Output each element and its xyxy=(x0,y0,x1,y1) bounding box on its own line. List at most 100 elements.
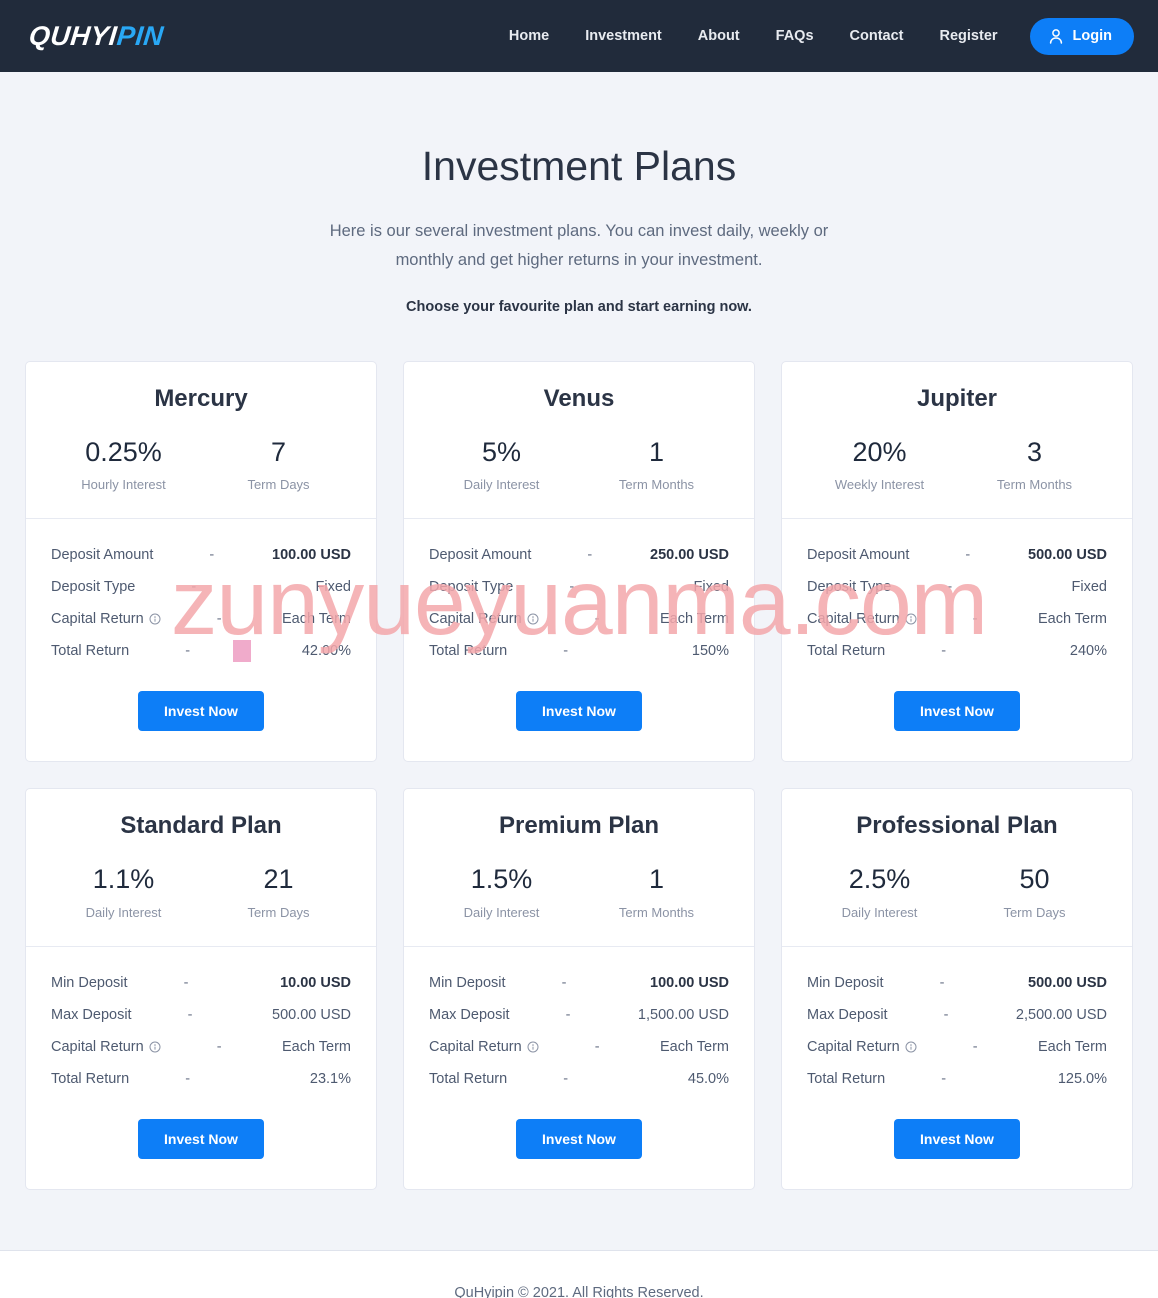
plans-grid: Mercury 0.25% Hourly Interest 7 Term Days Dep… xyxy=(0,360,1158,1190)
page-root: QUHYIPIN Home Investment About FAQs Cont… xyxy=(0,0,1158,1298)
plan-detail-dash: - xyxy=(561,974,567,991)
plan-stat-label: Term Months xyxy=(618,904,695,920)
plan-detail-value: 100.00 USD xyxy=(650,974,729,991)
hero-subtitle: Here is our several investment plans. Yo… xyxy=(329,222,829,270)
plan-header: Standard Plan 1.1% Daily Interest 21 Term Da… xyxy=(26,789,376,947)
plan-stat: 1.1% Daily Interest xyxy=(46,863,201,919)
hero-note: Choose your favourite plan and start ear… xyxy=(406,298,752,315)
plan-detail-value: Each Term xyxy=(659,1038,729,1055)
invest-now-button[interactable]: Invest Now xyxy=(138,1118,264,1159)
info-icon[interactable] xyxy=(905,613,917,625)
invest-now-button[interactable]: Invest Now xyxy=(138,691,264,732)
plan-detail-row: Total Return - 45.0% xyxy=(429,1071,729,1087)
plan-details: Deposit Amount - 250.00 USD Deposit Type - Fi… xyxy=(404,519,754,659)
plan-detail-row: Total Return - 240% xyxy=(807,643,1107,659)
plan-stats: 0.25% Hourly Interest 7 Term Days xyxy=(46,436,356,492)
plan-detail-row: Min Deposit - 500.00 USD xyxy=(807,975,1107,991)
plan-card: Jupiter 20% Weekly Interest 3 Term Months Dep… xyxy=(781,360,1133,763)
plan-detail-label-wrap: Max Deposit xyxy=(807,1007,888,1023)
plan-detail-value: 45.0% xyxy=(687,1070,729,1087)
plan-card: Mercury 0.25% Hourly Interest 7 Term Days Dep… xyxy=(25,360,377,763)
plan-detail-row: Max Deposit - 500.00 USD xyxy=(51,1007,351,1023)
plan-stats: 1.1% Daily Interest 21 Term Days xyxy=(46,863,356,919)
plan-detail-label: Min Deposit xyxy=(429,974,506,991)
info-icon[interactable] xyxy=(527,1041,539,1053)
plan-detail-label-wrap: Deposit Amount xyxy=(807,547,909,563)
nav-item-faqs[interactable]: FAQs xyxy=(758,20,832,52)
plan-detail-label-wrap: Min Deposit xyxy=(51,975,128,991)
plan-detail-label: Deposit Amount xyxy=(807,547,910,564)
plan-detail-label-wrap: Deposit Type xyxy=(51,579,135,595)
nav-item-about[interactable]: About xyxy=(680,20,758,52)
plan-detail-dash: - xyxy=(947,579,953,596)
plan-detail-label: Deposit Type xyxy=(429,579,514,596)
invest-now-button[interactable]: Invest Now xyxy=(516,1118,642,1159)
plan-detail-row: Deposit Amount - 500.00 USD xyxy=(807,547,1107,563)
plan-stat-label: Term Days xyxy=(247,904,310,920)
plan-detail-dash: - xyxy=(563,643,569,660)
plan-detail-dash: - xyxy=(941,643,947,660)
plan-detail-label-wrap: Capital Return xyxy=(807,1039,917,1055)
info-icon[interactable] xyxy=(905,1041,917,1053)
main-content: Investment Plans Here is our several inv… xyxy=(0,72,1158,1251)
plan-detail-row: Total Return - 150% xyxy=(429,643,729,659)
plan-stats: 1.5% Daily Interest 1 Term Months xyxy=(424,863,734,919)
plan-detail-dash: - xyxy=(187,1006,193,1023)
plan-detail-dash: - xyxy=(191,579,197,596)
plan-detail-label-wrap: Deposit Amount xyxy=(51,547,153,563)
nav-item-home[interactable]: Home xyxy=(491,20,567,52)
plan-header: Venus 5% Daily Interest 1 Term Months xyxy=(404,362,754,520)
nav-item-register[interactable]: Register xyxy=(922,20,1016,52)
plan-stat-value: 20% xyxy=(852,436,907,467)
plan-detail-label-wrap: Deposit Type xyxy=(807,579,891,595)
plan-detail-label: Deposit Type xyxy=(807,579,892,596)
plan-detail-label-wrap: Capital Return xyxy=(807,611,917,627)
plan-stat: 3 Term Months xyxy=(957,436,1112,492)
plan-footer: Invest Now xyxy=(782,1103,1132,1189)
plan-detail-label: Max Deposit xyxy=(51,1006,132,1023)
nav-item-contact[interactable]: Contact xyxy=(832,20,922,52)
plan-footer: Invest Now xyxy=(26,1103,376,1189)
plan-detail-dash: - xyxy=(565,1006,571,1023)
plan-detail-dash: - xyxy=(569,579,575,596)
plan-detail-dash: - xyxy=(972,611,978,628)
nav-item-investment[interactable]: Investment xyxy=(567,20,680,52)
plan-detail-row: Deposit Amount - 250.00 USD xyxy=(429,547,729,563)
invest-now-button[interactable]: Invest Now xyxy=(894,1118,1020,1159)
plan-detail-row: Capital Return - Each Term xyxy=(429,611,729,627)
plan-detail-label-wrap: Deposit Type xyxy=(429,579,513,595)
info-icon[interactable] xyxy=(149,1041,161,1053)
plan-stat: 50 Term Days xyxy=(957,863,1112,919)
plan-detail-label: Max Deposit xyxy=(807,1006,888,1023)
plan-stat-label: Daily Interest xyxy=(85,904,162,920)
plan-detail-dash: - xyxy=(941,1070,947,1087)
brand-logo[interactable]: QUHYIPIN xyxy=(27,21,165,52)
info-icon[interactable] xyxy=(527,613,539,625)
plan-stat-label: Daily Interest xyxy=(463,477,540,493)
plan-stat-label: Daily Interest xyxy=(841,904,918,920)
plan-detail-value: 2,500.00 USD xyxy=(1015,1006,1107,1023)
plan-detail-label: Deposit Amount xyxy=(51,547,154,564)
plan-detail-label-wrap: Total Return xyxy=(807,1071,885,1087)
plan-detail-dash: - xyxy=(972,1038,978,1055)
plan-detail-row: Deposit Type - Fixed xyxy=(51,579,351,595)
invest-now-button[interactable]: Invest Now xyxy=(894,691,1020,732)
plan-detail-label-wrap: Total Return xyxy=(429,643,507,659)
plan-detail-row: Max Deposit - 1,500.00 USD xyxy=(429,1007,729,1023)
plan-detail-label-wrap: Total Return xyxy=(429,1071,507,1087)
plan-details: Deposit Amount - 500.00 USD Deposit Type - Fi… xyxy=(782,519,1132,659)
user-icon xyxy=(1048,28,1064,45)
plan-detail-value: Fixed xyxy=(315,579,351,596)
plan-detail-label-wrap: Total Return xyxy=(51,1071,129,1087)
plan-stat-value: 3 xyxy=(1026,436,1043,467)
plan-detail-dash: - xyxy=(563,1070,569,1087)
login-button[interactable]: Login xyxy=(1029,17,1134,55)
plan-name: Standard Plan xyxy=(120,812,282,840)
invest-now-button[interactable]: Invest Now xyxy=(516,691,642,732)
plan-detail-label: Total Return xyxy=(429,643,508,660)
plan-detail-label: Min Deposit xyxy=(807,974,884,991)
plan-detail-dash: - xyxy=(216,1038,222,1055)
plan-stats: 20% Weekly Interest 3 Term Months xyxy=(802,436,1112,492)
plan-detail-value: 10.00 USD xyxy=(280,974,351,991)
info-icon[interactable] xyxy=(149,613,161,625)
